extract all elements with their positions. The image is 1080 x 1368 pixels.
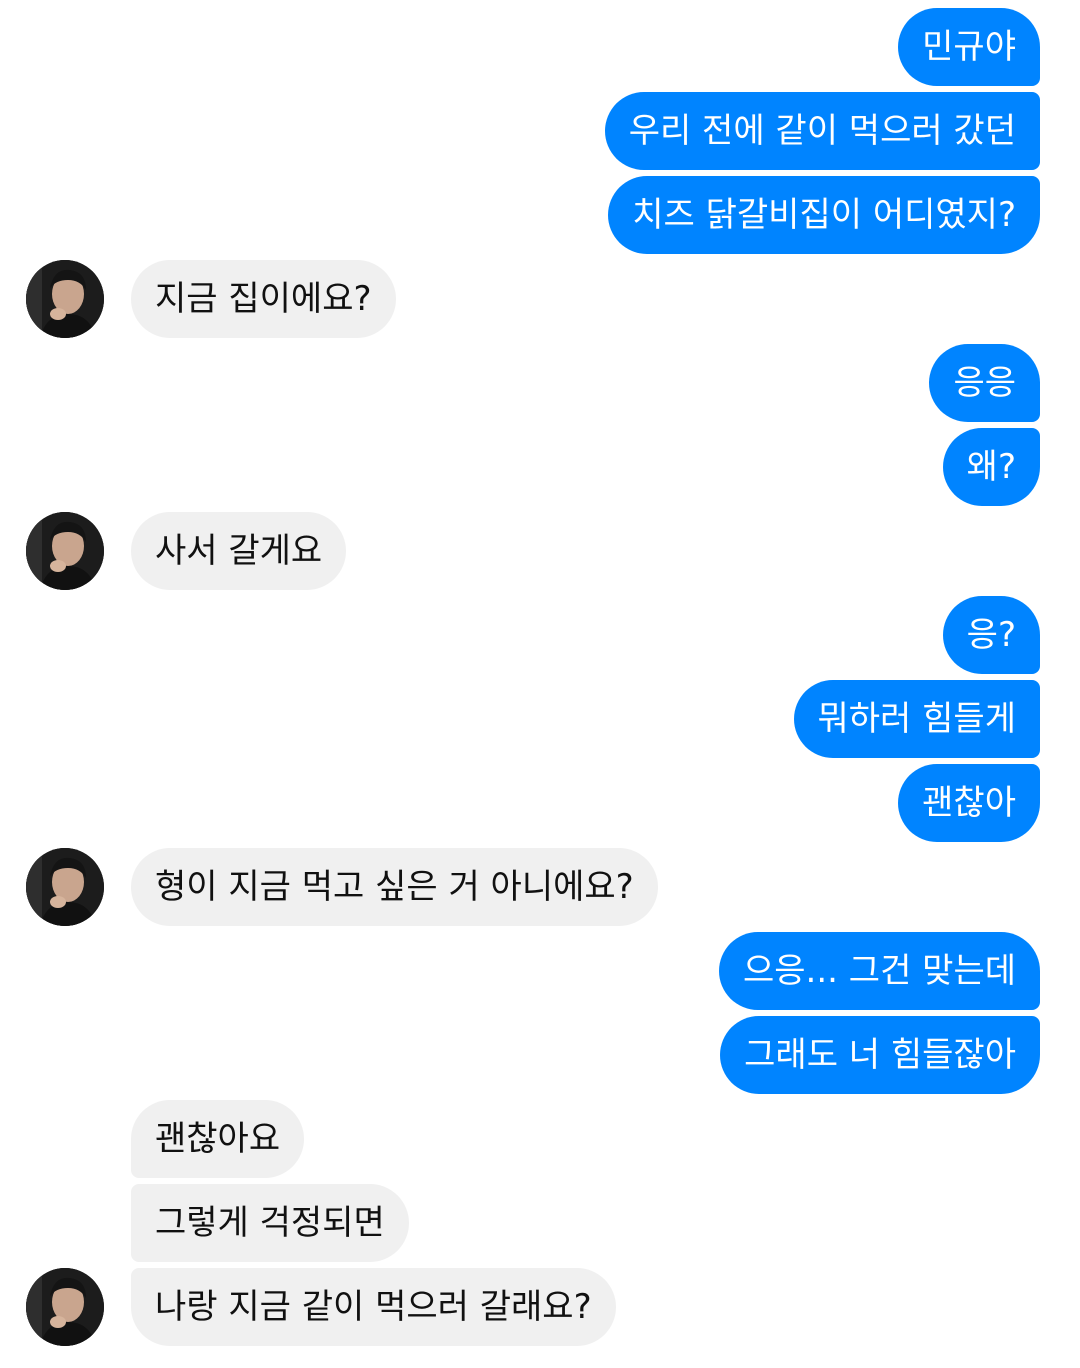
message-bubble-incoming[interactable]: 형이 지금 먹고 싶은 거 아니에요?: [131, 848, 658, 926]
message-bubble-incoming[interactable]: 그렇게 걱정되면: [131, 1184, 409, 1262]
message-bubble-outgoing[interactable]: 그래도 너 힘들잖아: [720, 1016, 1040, 1094]
message-bubble-incoming[interactable]: 지금 집이에요?: [131, 260, 396, 338]
message-bubble-outgoing[interactable]: 응응: [929, 344, 1040, 422]
message-bubble-outgoing[interactable]: 민규야: [898, 8, 1040, 86]
contact-avatar[interactable]: [26, 260, 104, 338]
avatar-photo-icon: [26, 260, 104, 338]
contact-avatar[interactable]: [26, 1268, 104, 1346]
message-bubble-outgoing[interactable]: 치즈 닭갈비집이 어디였지?: [608, 176, 1040, 254]
avatar-photo-icon: [26, 512, 104, 590]
message-bubble-incoming[interactable]: 나랑 지금 같이 먹으러 갈래요?: [131, 1268, 616, 1346]
message-bubble-outgoing[interactable]: 뭐하러 힘들게: [793, 680, 1040, 758]
message-bubble-outgoing[interactable]: 응?: [942, 596, 1040, 674]
message-bubble-incoming[interactable]: 사서 갈게요: [131, 512, 347, 590]
message-bubble-outgoing[interactable]: 왜?: [942, 428, 1040, 506]
message-bubble-outgoing[interactable]: 괜찮아: [898, 764, 1040, 842]
contact-avatar[interactable]: [26, 512, 104, 590]
message-bubble-incoming[interactable]: 괜찮아요: [131, 1100, 305, 1178]
message-bubble-outgoing[interactable]: 으응... 그건 맞는데: [719, 932, 1040, 1010]
message-bubble-outgoing[interactable]: 우리 전에 같이 먹으러 갔던: [604, 92, 1040, 170]
avatar-photo-icon: [26, 1268, 104, 1346]
avatar-photo-icon: [26, 848, 104, 926]
contact-avatar[interactable]: [26, 848, 104, 926]
message-thread: 민규야 우리 전에 같이 먹으러 갔던 치즈 닭갈비집이 어디였지? 지금 집이…: [0, 0, 1080, 1368]
